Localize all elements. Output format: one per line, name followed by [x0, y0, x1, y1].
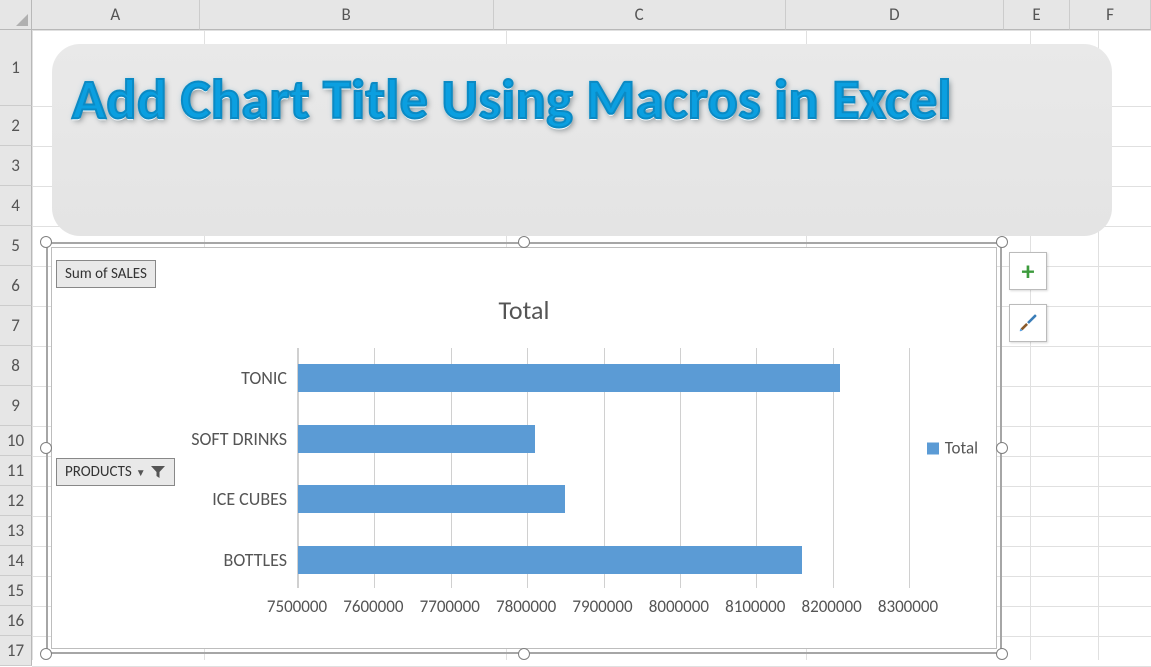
x-tick-label: 8100000 — [725, 596, 785, 617]
row-header-12[interactable]: 12 — [0, 486, 32, 516]
row-header-17[interactable]: 17 — [0, 636, 32, 666]
pivot-axis-field-text: PRODUCTS — [65, 463, 132, 481]
row-header-14[interactable]: 14 — [0, 546, 32, 576]
row-header-3[interactable]: 3 — [0, 146, 32, 186]
legend-label: Total — [945, 438, 978, 459]
column-header-D[interactable]: D — [786, 0, 1004, 30]
chart-context-buttons: + — [1009, 252, 1049, 342]
row-header-1[interactable]: 1 — [0, 30, 32, 106]
pivot-axis-field-label[interactable]: PRODUCTS ▼ — [56, 458, 175, 486]
y-axis-labels: TONIC SOFT DRINKS ICE CUBES BOTTLES — [167, 348, 287, 588]
row-header-15[interactable]: 15 — [0, 576, 32, 606]
row-header-8[interactable]: 8 — [0, 346, 32, 386]
x-tick-label: 7500000 — [267, 596, 327, 617]
row-header-9[interactable]: 9 — [0, 386, 32, 426]
row-header-4[interactable]: 4 — [0, 186, 32, 226]
selection-handle[interactable] — [40, 648, 52, 660]
bar-ice-cubes[interactable] — [298, 485, 565, 513]
x-tick-label: 7600000 — [343, 596, 403, 617]
row-header-16[interactable]: 16 — [0, 606, 32, 636]
selection-handle[interactable] — [518, 648, 530, 660]
row-header-2[interactable]: 2 — [0, 106, 32, 146]
chart-elements-button[interactable]: + — [1009, 252, 1047, 290]
selection-handle[interactable] — [996, 648, 1008, 660]
chart-legend[interactable]: Total — [927, 438, 978, 459]
selection-handle[interactable] — [518, 236, 530, 248]
selection-handle[interactable] — [996, 442, 1008, 454]
column-header-E[interactable]: E — [1004, 0, 1070, 30]
selection-handle[interactable] — [996, 236, 1008, 248]
x-tick-label: 7700000 — [420, 596, 480, 617]
chart-object[interactable]: Sum of SALES PRODUCTS ▼ Total TONIC SOFT … — [51, 247, 997, 649]
y-category-label: BOTTLES — [224, 549, 287, 571]
chart-styles-button[interactable] — [1009, 304, 1047, 342]
chart-title[interactable]: Total — [52, 294, 996, 326]
column-headers[interactable]: ABCDEF — [32, 0, 1151, 30]
y-category-label: SOFT DRINKS — [191, 428, 287, 450]
bar-soft-drinks[interactable] — [298, 425, 535, 453]
x-tick-label: 8200000 — [801, 596, 861, 617]
x-tick-label: 8300000 — [878, 596, 938, 617]
title-banner: Add Chart Title Using Macros in Excel — [52, 44, 1112, 236]
column-header-F[interactable]: F — [1070, 0, 1151, 30]
banner-title: Add Chart Title Using Macros in Excel — [72, 70, 1092, 132]
selection-handle[interactable] — [40, 442, 52, 454]
filter-funnel-icon — [150, 465, 166, 479]
caret-down-icon: ▼ — [136, 466, 146, 479]
row-header-10[interactable]: 10 — [0, 426, 32, 456]
bar-bottles[interactable] — [298, 546, 802, 574]
y-category-label: ICE CUBES — [212, 488, 287, 510]
bar-tonic[interactable] — [298, 364, 840, 392]
plus-icon: + — [1022, 258, 1035, 284]
row-headers[interactable]: 1234567891011121314151617 — [0, 30, 32, 666]
x-tick-label: 7800000 — [496, 596, 556, 617]
x-tick-label: 7900000 — [572, 596, 632, 617]
chart-grid — [297, 348, 906, 588]
column-header-A[interactable]: A — [32, 0, 200, 30]
paintbrush-icon — [1017, 312, 1039, 334]
row-header-7[interactable]: 7 — [0, 306, 32, 346]
row-header-13[interactable]: 13 — [0, 516, 32, 546]
legend-swatch — [927, 442, 939, 454]
x-axis-labels: 7500000760000077000007800000790000080000… — [297, 596, 906, 620]
worksheet: ABCDEF 1234567891011121314151617 Add Cha… — [0, 0, 1151, 660]
row-header-6[interactable]: 6 — [0, 266, 32, 306]
row-header-5[interactable]: 5 — [0, 226, 32, 266]
plot-area[interactable]: TONICSOFT DRINKSICE CUBESBOTTLES 7500000… — [167, 348, 906, 588]
x-tick-label: 8000000 — [649, 596, 709, 617]
pivot-value-field-text: Sum of SALES — [65, 265, 147, 283]
select-all-corner[interactable] — [0, 0, 32, 30]
selection-handle[interactable] — [40, 236, 52, 248]
y-category-label: TONIC — [241, 367, 287, 389]
pivot-value-field-label[interactable]: Sum of SALES — [56, 260, 156, 288]
column-header-B[interactable]: B — [200, 0, 494, 30]
column-header-C[interactable]: C — [494, 0, 786, 30]
row-header-11[interactable]: 11 — [0, 456, 32, 486]
